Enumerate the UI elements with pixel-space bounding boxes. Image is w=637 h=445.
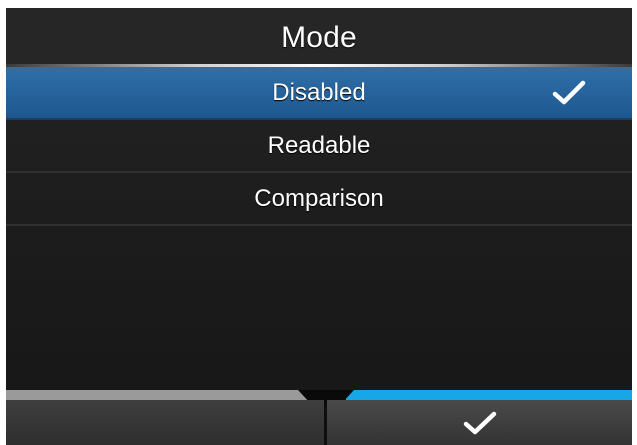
back-button[interactable] bbox=[6, 400, 324, 445]
option-label: Disabled bbox=[272, 78, 366, 106]
checkmark-icon bbox=[552, 80, 586, 105]
back-button-indicator bbox=[6, 390, 316, 400]
checkmark-icon bbox=[463, 411, 496, 434]
title-bar: Mode bbox=[6, 8, 632, 64]
confirm-button-indicator bbox=[346, 390, 632, 400]
printer-lcd-screen: Mode Disabled Readable Comparison bbox=[6, 8, 632, 445]
option-label: Readable bbox=[267, 131, 371, 159]
option-disabled[interactable]: Disabled bbox=[6, 67, 632, 120]
confirm-button[interactable] bbox=[327, 400, 632, 445]
mode-options-list: Disabled Readable Comparison bbox=[6, 67, 632, 226]
option-comparison[interactable]: Comparison bbox=[6, 173, 632, 226]
page-title: Mode bbox=[281, 21, 357, 54]
option-label: Comparison bbox=[254, 184, 384, 212]
option-readable[interactable]: Readable bbox=[6, 120, 632, 173]
